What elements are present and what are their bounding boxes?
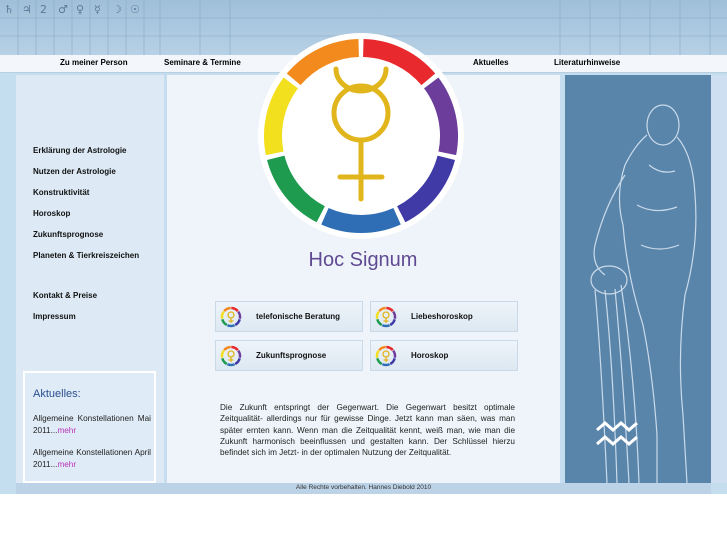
news-item-text: Allgemeine Konstellationen Mai 2011... bbox=[33, 414, 151, 435]
news-title: Aktuelles: bbox=[33, 388, 81, 400]
wheel-segment bbox=[392, 310, 397, 319]
jupiter-symbol: ♃ bbox=[22, 3, 32, 16]
mercury-wheel-icon bbox=[375, 345, 397, 367]
wheel-segment bbox=[381, 324, 391, 328]
wheel-segment bbox=[386, 306, 394, 313]
aquarius-symbol-icon bbox=[596, 421, 638, 446]
service-button-zukunftsprognose[interactable]: Zukunftsprognose bbox=[215, 340, 363, 371]
menu-item-erklaerung[interactable]: Erklärung der Astrologie bbox=[33, 146, 127, 155]
wheel-segment bbox=[221, 318, 228, 327]
wheel-segment bbox=[375, 310, 380, 319]
news-more-link[interactable]: mehr bbox=[57, 426, 76, 435]
news-more-link[interactable]: mehr bbox=[57, 460, 76, 469]
mercury-wheel-icon bbox=[220, 306, 242, 328]
wheel-segment bbox=[376, 357, 383, 366]
news-item-text: Allgemeine Konstellationen April 2011... bbox=[33, 448, 151, 469]
wheel-segment bbox=[237, 349, 242, 358]
moon-symbol: ☽ bbox=[112, 3, 122, 16]
mercury-wheel-icon bbox=[220, 345, 242, 367]
news-item: Allgemeine Konstellationen Mai 2011...me… bbox=[33, 413, 151, 437]
site-name: Hoc Signum bbox=[308, 249, 418, 271]
nav-aktuelles[interactable]: Aktuelles bbox=[473, 58, 509, 67]
service-button-liebeshoroskop[interactable]: Liebeshoroskop bbox=[370, 301, 518, 332]
nav-seminare-termine[interactable]: Seminare & Termine bbox=[164, 58, 241, 67]
service-label: Zukunftsprognose bbox=[256, 351, 327, 360]
wheel-segment bbox=[234, 318, 241, 327]
copyright-text: Alle Rechte vorbehalten. Hannes Diebold … bbox=[295, 484, 432, 491]
venus-symbol: ♀ bbox=[76, 3, 85, 16]
mercury-wheel-icon bbox=[375, 306, 397, 328]
wheel-segment bbox=[220, 349, 225, 358]
mars-symbol: ♂ bbox=[58, 3, 68, 16]
service-button-telefonische-beratung[interactable]: telefonische Beratung bbox=[215, 301, 363, 332]
menu-item-planeten[interactable]: Planeten & Tierkreiszeichen bbox=[33, 251, 139, 260]
menu-item-horoskop[interactable]: Horoskop bbox=[33, 209, 70, 218]
wheel-segment bbox=[378, 345, 386, 352]
intro-text: Die Zukunft entspringt der Gegenwart. Di… bbox=[220, 403, 515, 458]
wheel-segment bbox=[378, 306, 386, 313]
mercury-color-wheel-icon bbox=[258, 33, 464, 239]
saturn-symbol: ♄ bbox=[4, 3, 14, 16]
service-label: Horoskop bbox=[411, 351, 449, 360]
wheel-segment bbox=[223, 306, 231, 313]
wheel-segment bbox=[223, 345, 231, 352]
menu-item-konstruktivitaet[interactable]: Konstruktivität bbox=[33, 188, 89, 197]
wheel-segment bbox=[376, 318, 383, 327]
page: ♄ ♃ 2 ♂ ♀ ☿ ☽ ☉ Zu meiner Person Seminar… bbox=[0, 0, 727, 545]
service-button-horoskop[interactable]: Horoskop bbox=[370, 340, 518, 371]
right-margin bbox=[711, 75, 727, 483]
nav-literaturhinweise[interactable]: Literaturhinweise bbox=[554, 58, 620, 67]
wheel-segment bbox=[220, 310, 225, 319]
wheel-segment bbox=[231, 306, 239, 313]
wheel-segment bbox=[237, 310, 242, 319]
aquarius-panel bbox=[565, 75, 711, 483]
wheel-segment bbox=[234, 357, 241, 366]
wheel-segment bbox=[386, 345, 394, 352]
wheel-segment bbox=[226, 363, 236, 367]
menu-item-kontakt[interactable]: Kontakt & Preise bbox=[33, 291, 97, 300]
news-box: Aktuelles: Allgemeine Konstellationen Ma… bbox=[23, 371, 156, 483]
menu-item-impressum[interactable]: Impressum bbox=[33, 312, 76, 321]
wheel-segment bbox=[221, 357, 228, 366]
service-label: Liebeshoroskop bbox=[411, 312, 473, 321]
news-item: Allgemeine Konstellationen April 2011...… bbox=[33, 447, 151, 471]
numeral-symbol: 2 bbox=[40, 3, 47, 16]
service-label: telefonische Beratung bbox=[256, 312, 341, 321]
wheel-segment bbox=[381, 363, 391, 367]
wheel-segment bbox=[375, 349, 380, 358]
mercury-symbol: ☿ bbox=[94, 3, 101, 16]
wheel-segment bbox=[226, 324, 236, 328]
menu-item-nutzen[interactable]: Nutzen der Astrologie bbox=[33, 167, 116, 176]
wheel-segment bbox=[389, 357, 396, 366]
wheel-segment bbox=[231, 345, 239, 352]
footer: Alle Rechte vorbehalten. Hannes Diebold … bbox=[16, 483, 711, 494]
nav-zu-meiner-person[interactable]: Zu meiner Person bbox=[60, 58, 128, 67]
wheel-segment bbox=[392, 349, 397, 358]
sun-symbol: ☉ bbox=[130, 3, 140, 16]
wheel-segment bbox=[321, 207, 401, 233]
menu-item-zukunftsprognose[interactable]: Zukunftsprognose bbox=[33, 230, 103, 239]
wheel-segment bbox=[389, 318, 396, 327]
